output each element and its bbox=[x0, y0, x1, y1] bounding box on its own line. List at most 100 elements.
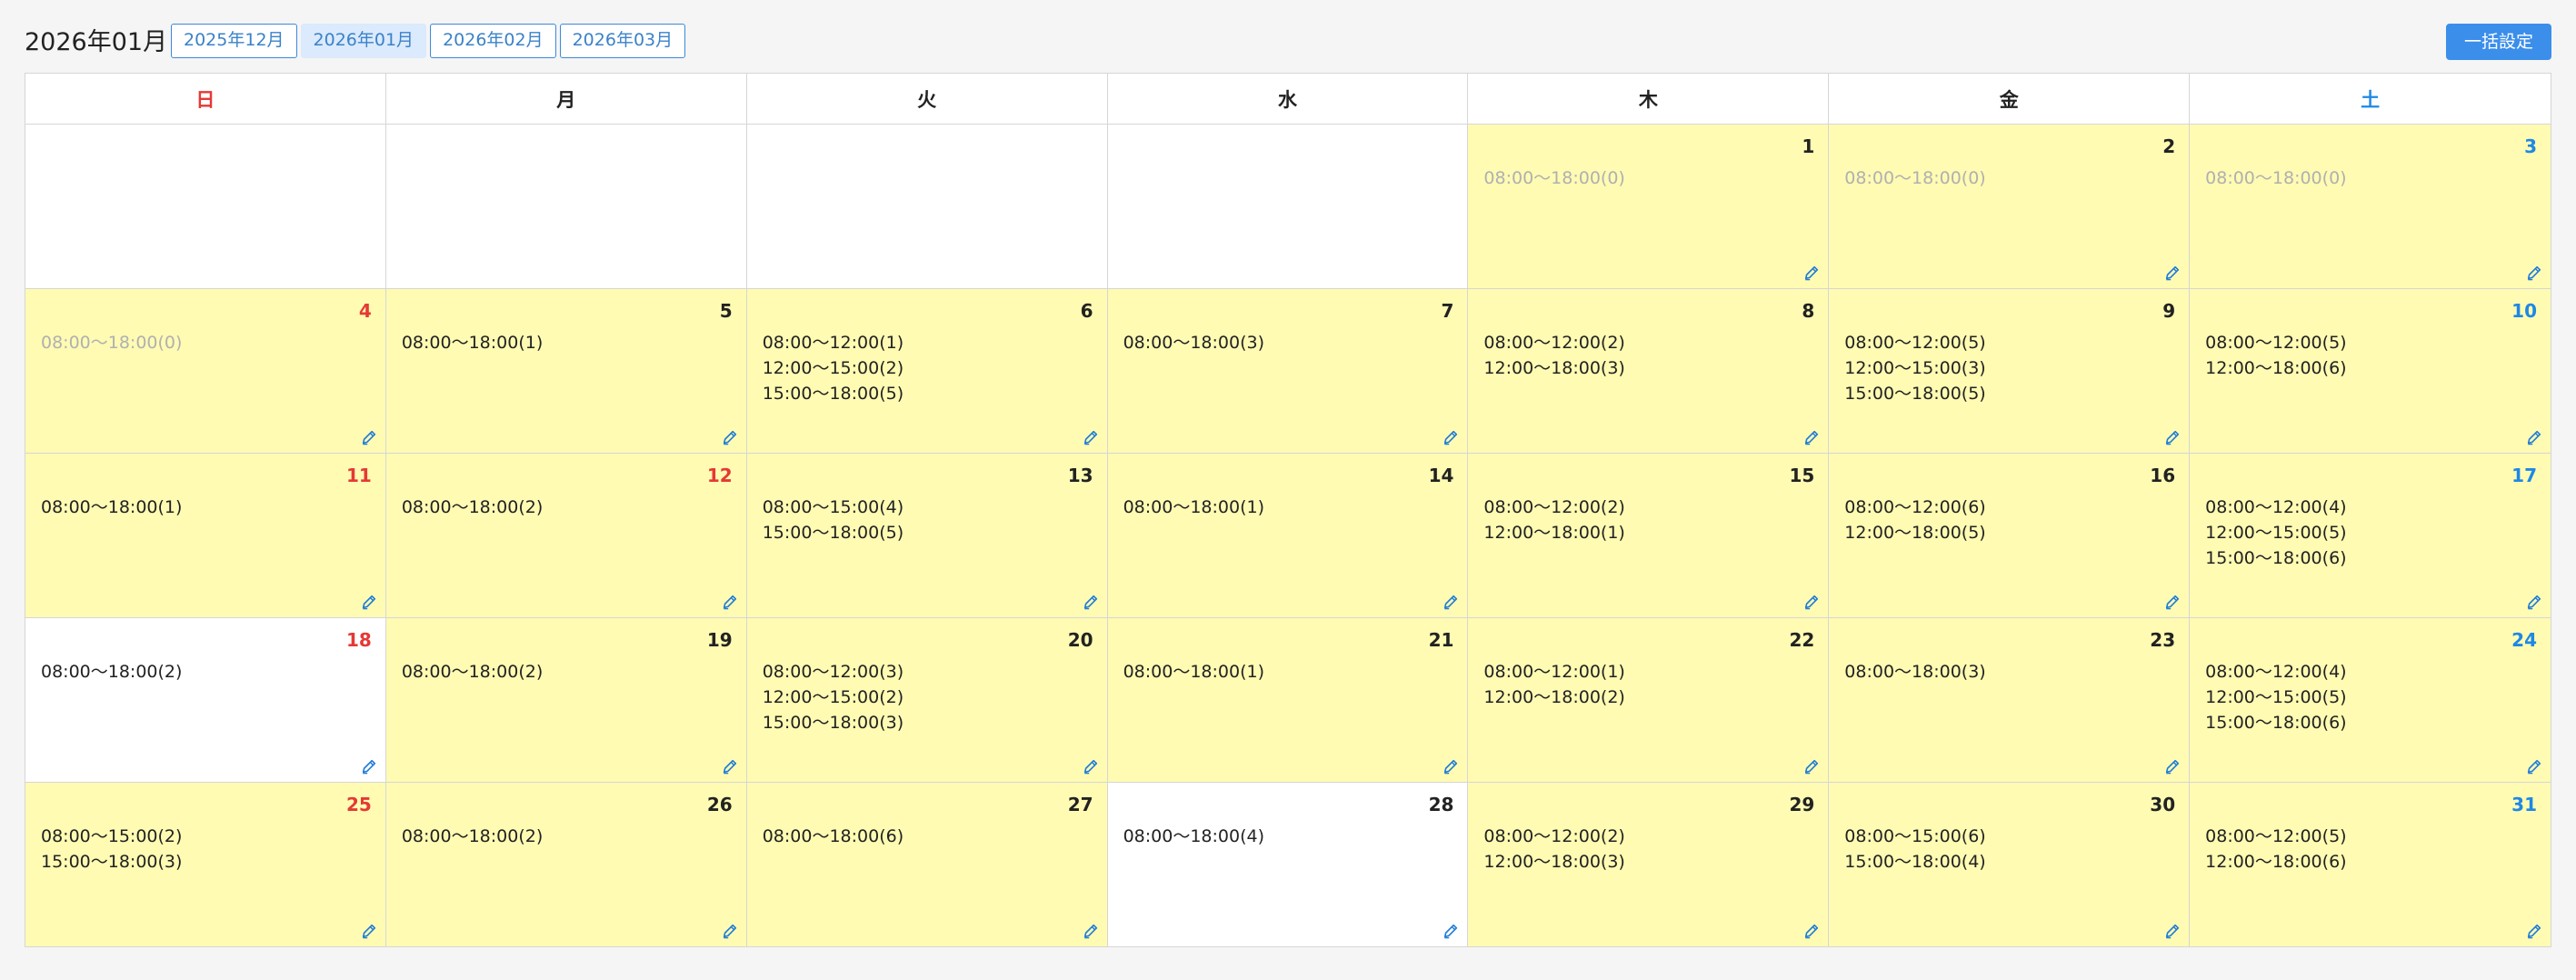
pencil-icon[interactable] bbox=[361, 923, 377, 939]
weekday-wednesday: 水 bbox=[1107, 74, 1469, 125]
time-slot: 15:00〜18:00(5) bbox=[762, 384, 904, 404]
time-slot: 08:00〜12:00(5) bbox=[2205, 826, 2347, 846]
time-slot-list: 08:00〜18:00(1) bbox=[41, 495, 182, 520]
month-tab-2026-03[interactable]: 2026年03月 bbox=[559, 24, 686, 58]
day-cell-6[interactable]: 6 08:00〜12:00(1) 12:00〜15:00(2) 15:00〜18:00… bbox=[746, 289, 1108, 454]
pencil-icon[interactable] bbox=[2526, 265, 2542, 281]
day-number: 15 bbox=[1789, 465, 1815, 486]
day-number: 31 bbox=[2511, 794, 2537, 815]
time-slot: 08:00〜18:00(3) bbox=[1844, 662, 1986, 682]
month-tab-2026-01[interactable]: 2026年01月 bbox=[300, 24, 427, 58]
day-cell-17[interactable]: 17 08:00〜12:00(4) 12:00〜15:00(5) 15:00〜18:0… bbox=[2190, 454, 2551, 618]
pencil-icon[interactable] bbox=[722, 923, 738, 939]
pencil-icon[interactable] bbox=[2526, 429, 2542, 445]
bulk-settings-button[interactable]: 一括設定 bbox=[2445, 24, 2551, 60]
time-slot-list: 08:00〜12:00(1) 12:00〜18:00(2) bbox=[1483, 659, 1624, 710]
time-slot-list: 08:00〜15:00(2) 15:00〜18:00(3) bbox=[41, 824, 182, 875]
month-tab-2026-02[interactable]: 2026年02月 bbox=[430, 24, 556, 58]
pencil-icon[interactable] bbox=[2164, 265, 2181, 281]
pencil-icon[interactable] bbox=[361, 429, 377, 445]
day-cell-29[interactable]: 29 08:00〜12:00(2) 12:00〜18:00(3) bbox=[1468, 783, 1830, 947]
month-tab-2025-12[interactable]: 2025年12月 bbox=[171, 24, 297, 58]
day-cell-19[interactable]: 19 08:00〜18:00(2) bbox=[385, 618, 747, 783]
pencil-icon[interactable] bbox=[722, 594, 738, 610]
day-cell-27[interactable]: 27 08:00〜18:00(6) bbox=[746, 783, 1108, 947]
time-slot: 08:00〜18:00(6) bbox=[762, 826, 904, 846]
pencil-icon[interactable] bbox=[722, 429, 738, 445]
day-cell-31[interactable]: 31 08:00〜12:00(5) 12:00〜18:00(6) bbox=[2190, 783, 2551, 947]
pencil-icon[interactable] bbox=[2164, 923, 2181, 939]
day-cell-22[interactable]: 22 08:00〜12:00(1) 12:00〜18:00(2) bbox=[1468, 618, 1830, 783]
day-cell-18[interactable]: 18 08:00〜18:00(2) bbox=[25, 618, 386, 783]
time-slot: 08:00〜18:00(0) bbox=[1844, 168, 1986, 188]
day-cell-8[interactable]: 8 08:00〜12:00(2) 12:00〜18:00(3) bbox=[1468, 289, 1830, 454]
pencil-icon[interactable] bbox=[1083, 923, 1099, 939]
day-cell-16[interactable]: 16 08:00〜12:00(6) 12:00〜18:00(5) bbox=[1829, 454, 2191, 618]
day-cell-12[interactable]: 12 08:00〜18:00(2) bbox=[385, 454, 747, 618]
day-cell-21[interactable]: 21 08:00〜18:00(1) bbox=[1107, 618, 1469, 783]
day-cell-11[interactable]: 11 08:00〜18:00(1) bbox=[25, 454, 386, 618]
day-cell-3[interactable]: 3 08:00〜18:00(0) bbox=[2190, 125, 2551, 289]
time-slot: 08:00〜12:00(6) bbox=[1844, 497, 1986, 517]
day-cell-7[interactable]: 7 08:00〜18:00(3) bbox=[1107, 289, 1469, 454]
day-number: 23 bbox=[2150, 629, 2176, 651]
pencil-icon[interactable] bbox=[1803, 923, 1820, 939]
pencil-icon[interactable] bbox=[1443, 923, 1459, 939]
pencil-icon[interactable] bbox=[722, 758, 738, 775]
time-slot: 08:00〜12:00(2) bbox=[1483, 497, 1625, 517]
time-slot: 08:00〜18:00(1) bbox=[41, 497, 183, 517]
day-cell-2[interactable]: 2 08:00〜18:00(0) bbox=[1829, 125, 2191, 289]
day-cell-14[interactable]: 14 08:00〜18:00(1) bbox=[1107, 454, 1469, 618]
day-cell-5[interactable]: 5 08:00〜18:00(1) bbox=[385, 289, 747, 454]
pencil-icon[interactable] bbox=[361, 594, 377, 610]
day-number: 28 bbox=[1428, 794, 1454, 815]
day-number: 17 bbox=[2511, 465, 2537, 486]
pencil-icon[interactable] bbox=[1803, 265, 1820, 281]
day-cell-10[interactable]: 10 08:00〜12:00(5) 12:00〜18:00(6) bbox=[2190, 289, 2551, 454]
time-slot: 12:00〜18:00(6) bbox=[2205, 358, 2347, 378]
pencil-icon[interactable] bbox=[1803, 594, 1820, 610]
day-number: 14 bbox=[1428, 465, 1454, 486]
day-number: 26 bbox=[706, 794, 733, 815]
pencil-icon[interactable] bbox=[2164, 758, 2181, 775]
time-slot: 12:00〜15:00(2) bbox=[762, 687, 904, 707]
time-slot-list: 08:00〜12:00(5) 12:00〜15:00(3) 15:00〜18:00(… bbox=[1844, 330, 1985, 406]
day-cell-26[interactable]: 26 08:00〜18:00(2) bbox=[385, 783, 747, 947]
day-number: 25 bbox=[346, 794, 372, 815]
time-slot: 08:00〜18:00(2) bbox=[401, 662, 544, 682]
day-cell-30[interactable]: 30 08:00〜15:00(6) 15:00〜18:00(4) bbox=[1829, 783, 2191, 947]
time-slot: 15:00〜18:00(3) bbox=[762, 713, 904, 733]
page-title: 2026年01月 bbox=[25, 28, 168, 56]
pencil-icon[interactable] bbox=[1443, 758, 1459, 775]
pencil-icon[interactable] bbox=[361, 758, 377, 775]
day-number: 3 bbox=[2524, 135, 2537, 157]
day-cell-13[interactable]: 13 08:00〜15:00(4) 15:00〜18:00(5) bbox=[746, 454, 1108, 618]
pencil-icon[interactable] bbox=[1803, 429, 1820, 445]
pencil-icon[interactable] bbox=[2526, 923, 2542, 939]
day-cell-4[interactable]: 4 08:00〜18:00(0) bbox=[25, 289, 386, 454]
pencil-icon[interactable] bbox=[1443, 429, 1459, 445]
pencil-icon[interactable] bbox=[2526, 594, 2542, 610]
day-cell-9[interactable]: 9 08:00〜12:00(5) 12:00〜15:00(3) 15:00〜18:00… bbox=[1829, 289, 2191, 454]
day-cell-1[interactable]: 1 08:00〜18:00(0) bbox=[1468, 125, 1830, 289]
pencil-icon[interactable] bbox=[1803, 758, 1820, 775]
pencil-icon[interactable] bbox=[1083, 594, 1099, 610]
day-cell-28[interactable]: 28 08:00〜18:00(4) bbox=[1107, 783, 1469, 947]
day-cell-15[interactable]: 15 08:00〜12:00(2) 12:00〜18:00(1) bbox=[1468, 454, 1830, 618]
pencil-icon[interactable] bbox=[2526, 758, 2542, 775]
day-cell-20[interactable]: 20 08:00〜12:00(3) 12:00〜15:00(2) 15:00〜18:0… bbox=[746, 618, 1108, 783]
pencil-icon[interactable] bbox=[1443, 594, 1459, 610]
time-slot: 08:00〜18:00(0) bbox=[1483, 168, 1625, 188]
day-cell-23[interactable]: 23 08:00〜18:00(3) bbox=[1829, 618, 2191, 783]
time-slot-list: 08:00〜12:00(4) 12:00〜15:00(5) 15:00〜18:00(… bbox=[2205, 659, 2346, 735]
pencil-icon[interactable] bbox=[2164, 429, 2181, 445]
pencil-icon[interactable] bbox=[1083, 758, 1099, 775]
day-cell-24[interactable]: 24 08:00〜12:00(4) 12:00〜15:00(5) 15:00〜18:0… bbox=[2190, 618, 2551, 783]
time-slot-list: 08:00〜18:00(0) bbox=[41, 330, 182, 355]
pencil-icon[interactable] bbox=[2164, 594, 2181, 610]
pencil-icon[interactable] bbox=[1083, 429, 1099, 445]
time-slot: 08:00〜18:00(2) bbox=[401, 497, 544, 517]
time-slot: 12:00〜18:00(6) bbox=[2205, 852, 2347, 872]
day-cell-25[interactable]: 25 08:00〜15:00(2) 15:00〜18:00(3) bbox=[25, 783, 386, 947]
empty-day-cell bbox=[746, 125, 1108, 289]
